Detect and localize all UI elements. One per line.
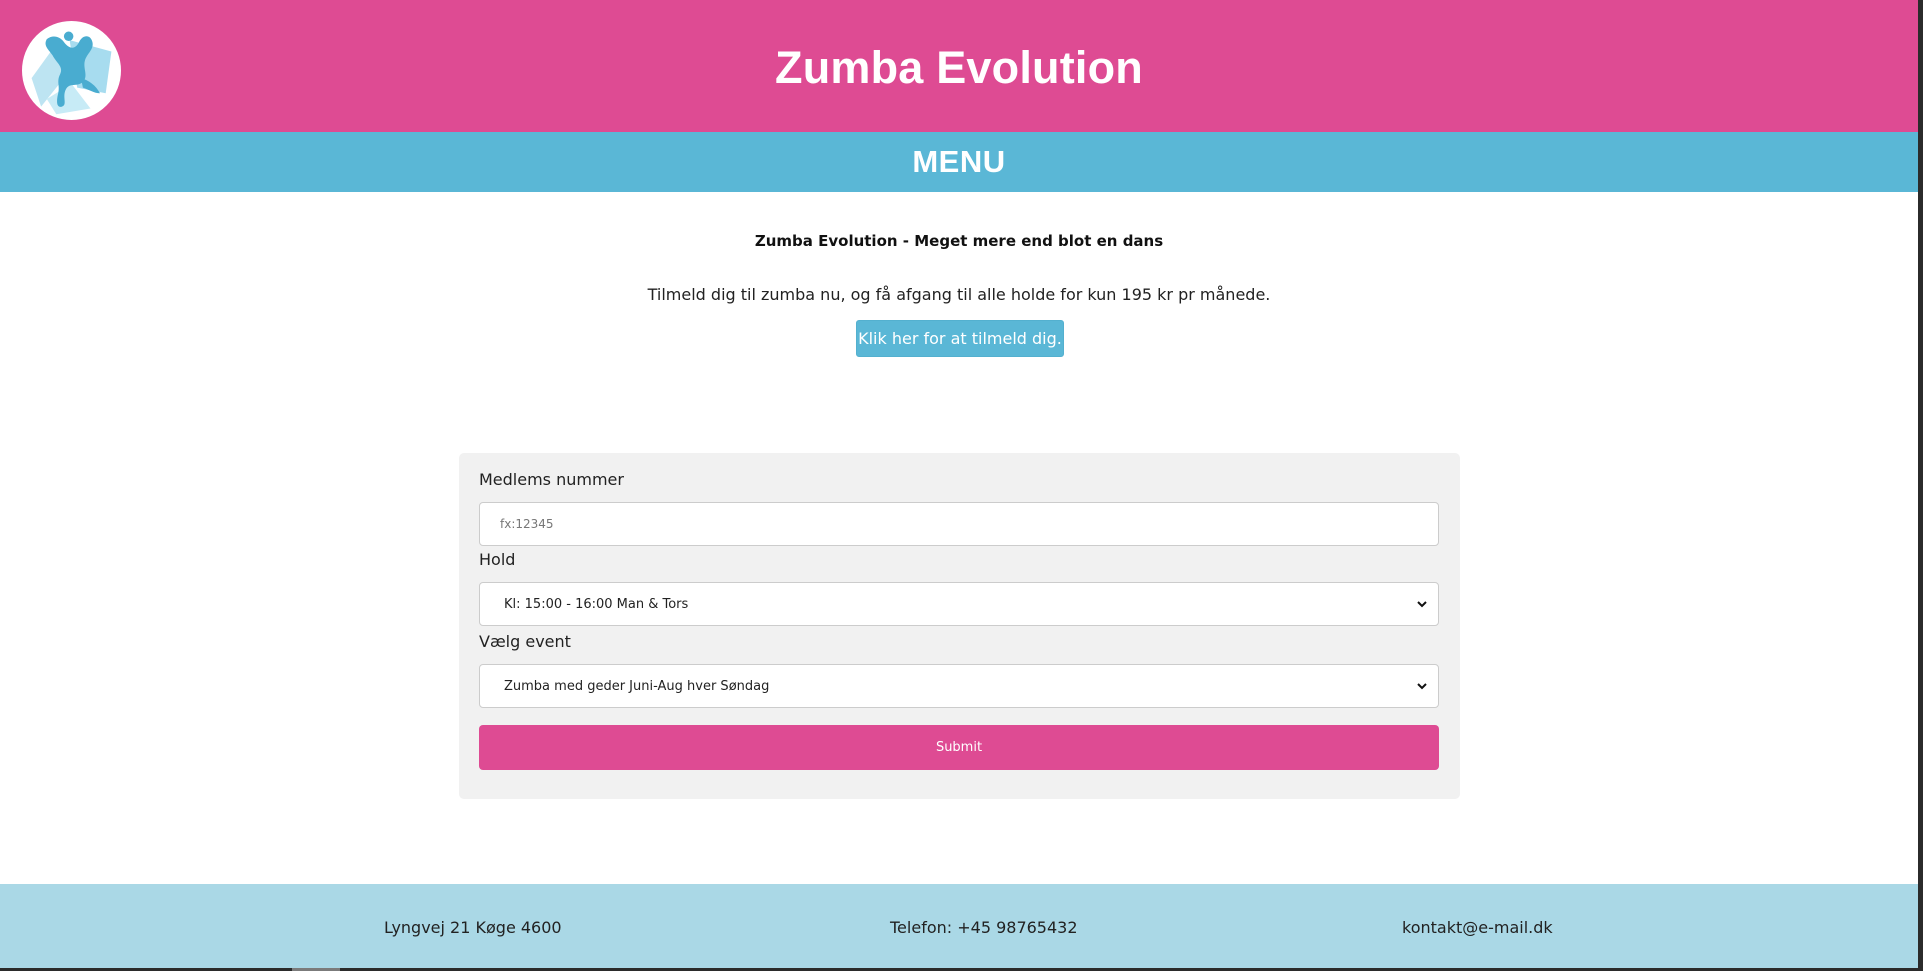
event-select[interactable]: Zumba med geder Juni-Aug hver Søndag <box>479 664 1439 708</box>
signup-form: Medlems nummer Hold Kl: 15:00 - 16:00 Ma… <box>459 453 1460 799</box>
footer-address: Lyngvej 21 Køge 4600 <box>384 918 562 937</box>
member-number-input[interactable] <box>479 502 1439 546</box>
signup-button[interactable]: Klik her for at tilmeld dig. <box>856 320 1064 357</box>
team-label: Hold <box>479 550 516 569</box>
intro-text: Tilmeld dig til zumba nu, og få afgang t… <box>647 285 1271 304</box>
menu-link[interactable]: MENU <box>912 144 1005 180</box>
footer-phone: Telefon: +45 98765432 <box>890 918 1078 937</box>
page-tagline: Zumba Evolution - Meget mere end blot en… <box>754 232 1164 250</box>
page: Zumba Evolution MENU Zumba Evolution - M… <box>0 0 1918 968</box>
chevron-down-icon <box>1417 683 1427 690</box>
team-selected-value: Kl: 15:00 - 16:00 Man & Tors <box>504 596 689 612</box>
window-right-edge <box>1918 0 1923 971</box>
event-selected-value: Zumba med geder Juni-Aug hver Søndag <box>504 678 770 694</box>
site-footer: Lyngvej 21 Køge 4600 Telefon: +45 987654… <box>0 884 1918 968</box>
site-header: Zumba Evolution <box>0 0 1918 132</box>
site-title: Zumba Evolution <box>775 42 1143 93</box>
chevron-down-icon <box>1417 601 1427 608</box>
team-select[interactable]: Kl: 15:00 - 16:00 Man & Tors <box>479 582 1439 626</box>
submit-button[interactable]: Submit <box>479 725 1439 770</box>
footer-email[interactable]: kontakt@e-mail.dk <box>1402 918 1553 937</box>
menu-bar: MENU <box>0 132 1918 192</box>
member-number-label: Medlems nummer <box>479 470 624 489</box>
event-label: Vælg event <box>479 632 571 651</box>
